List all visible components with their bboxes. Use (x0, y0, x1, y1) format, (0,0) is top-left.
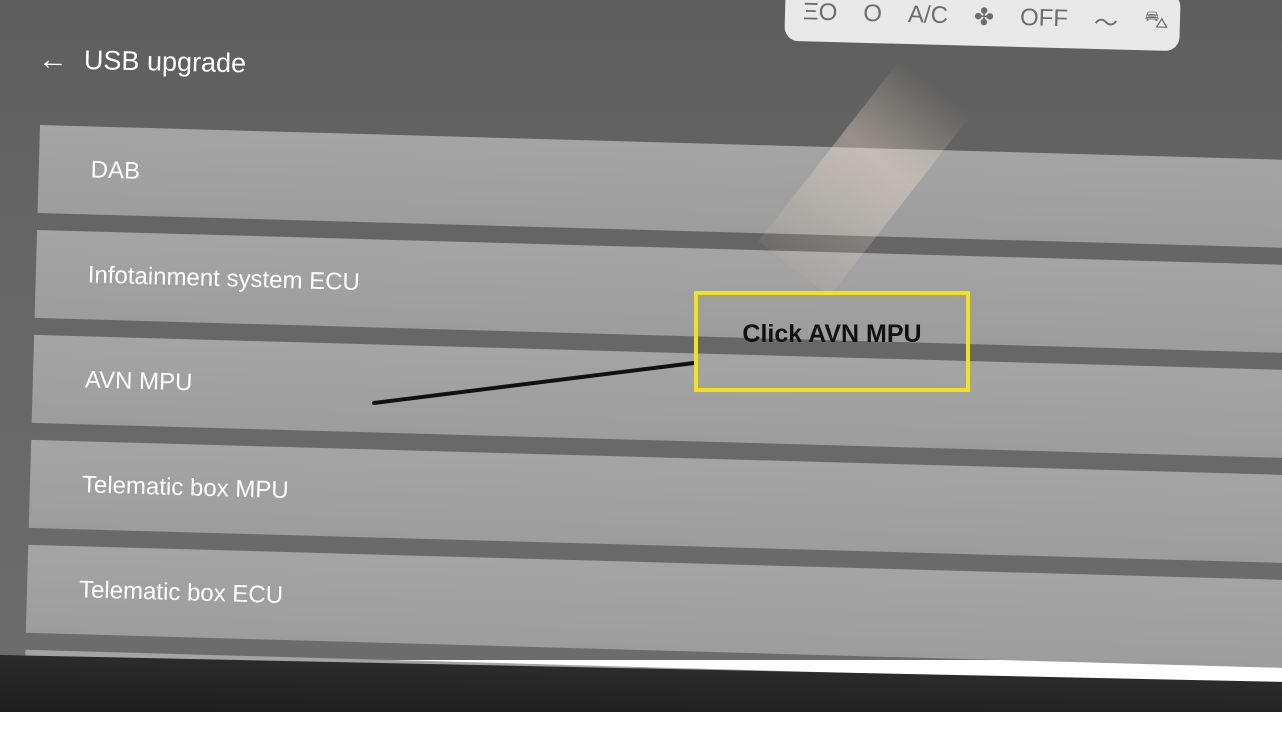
photo-frame: ΞΟ Ο A/C ✤ OFF 〜 ⛍ ← USB upgrade DAB Inf… (0, 0, 1282, 729)
fan-icon[interactable]: ✤ (974, 2, 995, 32)
status-item-1: Ο (862, 0, 883, 28)
status-item-0: ΞΟ (802, 0, 838, 27)
climate-status-bar: ΞΟ Ο A/C ✤ OFF 〜 ⛍ (784, 0, 1181, 52)
list-item-telematic-box-mpu[interactable]: Telematic box MPU (28, 439, 1282, 565)
ac-label[interactable]: A/C (908, 1, 949, 30)
list-item-label: AVN MPU (84, 366, 193, 397)
list-item-label: Infotainment system ECU (87, 261, 361, 296)
list-item-label: Telematic box MPU (81, 471, 290, 505)
list-item-telematic-box-ecu[interactable]: Telematic box ECU (25, 544, 1282, 670)
page-title: USB upgrade (83, 44, 247, 79)
list-item-label: DAB (90, 156, 141, 185)
back-arrow-icon[interactable]: ← (38, 43, 69, 77)
upgrade-list: DAB Infotainment system ECU AVN MPU Tele… (23, 125, 1282, 729)
annotation-text: Click AVN MPU (742, 320, 922, 348)
list-item-avn-mpu[interactable]: AVN MPU (31, 334, 1282, 460)
head-unit-screen: ΞΟ Ο A/C ✤ OFF 〜 ⛍ ← USB upgrade DAB Inf… (0, 0, 1282, 729)
list-item-infotainment-ecu[interactable]: Infotainment system ECU (34, 229, 1282, 355)
fan-off-label: OFF (1019, 3, 1069, 33)
image-margin (0, 712, 1282, 729)
signal-icon: 〜 (1093, 9, 1119, 38)
car-icon[interactable]: ⛍ (1144, 6, 1169, 37)
list-item-dab[interactable]: DAB (37, 125, 1282, 250)
page-header: ← USB upgrade (38, 43, 247, 79)
annotation-callout-box: Click AVN MPU (694, 291, 970, 392)
list-item-label: Telematic box ECU (78, 576, 284, 609)
